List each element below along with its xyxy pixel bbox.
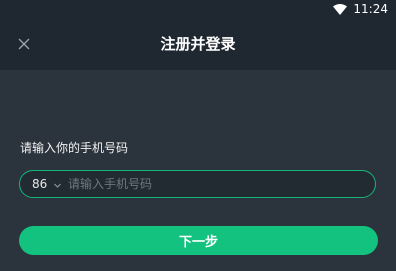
status-time: 11:24 — [353, 2, 388, 16]
country-code-selector[interactable]: 86 — [32, 171, 62, 196]
phone-number-input[interactable] — [68, 171, 358, 196]
status-bar: 11:24 — [0, 0, 396, 18]
page-title: 注册并登录 — [160, 35, 236, 53]
close-button[interactable] — [14, 34, 34, 54]
wifi-icon — [333, 3, 348, 15]
next-button[interactable]: 下一步 — [19, 226, 378, 255]
country-code-value: 86 — [32, 176, 48, 191]
phone-input-container: 86 — [19, 170, 376, 198]
status-indicators: 11:24 — [333, 2, 388, 16]
phone-number-label: 请输入你的手机号码 — [20, 141, 129, 155]
close-icon — [18, 35, 30, 54]
header-bar: 注册并登录 — [0, 18, 396, 70]
chevron-down-icon — [53, 179, 62, 188]
